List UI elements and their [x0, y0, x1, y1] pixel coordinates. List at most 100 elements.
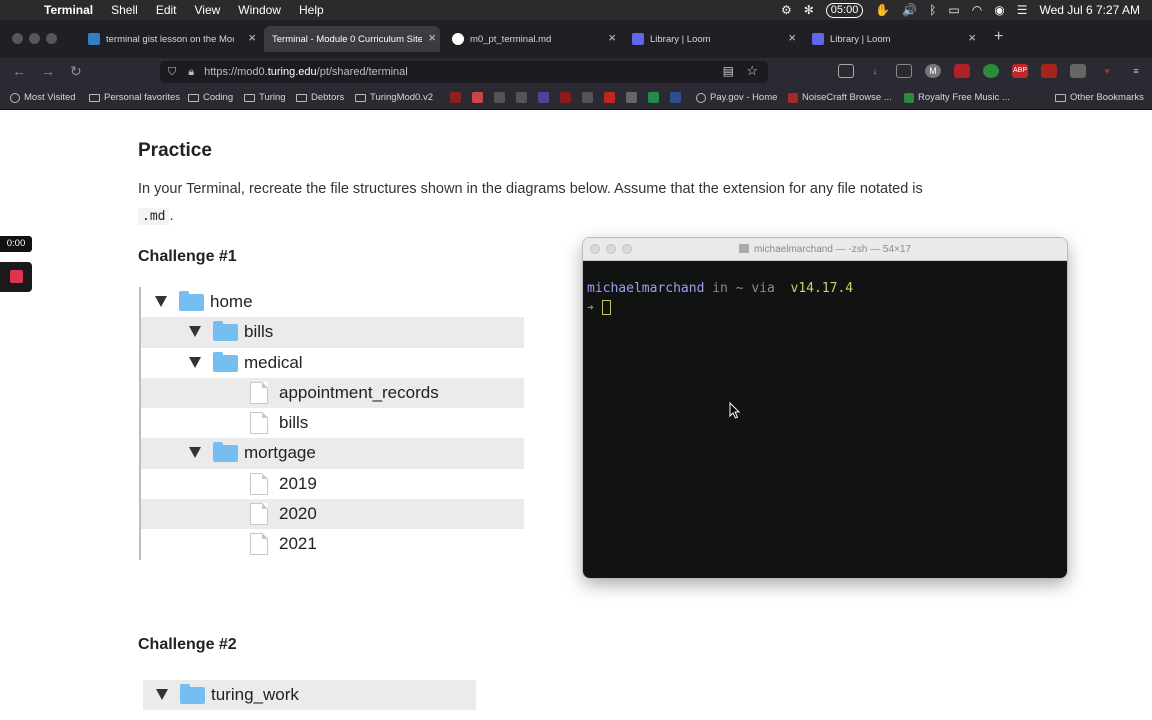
bookmark-other[interactable]: Other Bookmarks [1055, 92, 1144, 103]
extension-red-icon[interactable] [954, 64, 970, 78]
bookmark-turingmod[interactable]: TuringMod0.v2 [355, 92, 433, 103]
noisecraft-icon [788, 92, 798, 103]
menu-view[interactable]: View [195, 3, 221, 17]
terminal-minimize-button[interactable] [606, 244, 616, 254]
address-bar[interactable]: ⛉ 🔒︎ https://mod0.turing.edu/pt/shared/t… [160, 61, 768, 83]
reload-icon[interactable]: ↻ [70, 63, 82, 80]
sheets-icon[interactable] [648, 92, 659, 103]
extension-heart-icon[interactable]: ♥ [1099, 64, 1115, 78]
file-row: appointment_records [141, 377, 524, 409]
volume-icon[interactable]: 🔊 [902, 3, 917, 17]
loom-stop-button[interactable] [0, 262, 32, 292]
bookmark-turing[interactable]: Turing [244, 92, 286, 103]
hand-icon[interactable]: ✋ [875, 3, 890, 17]
folder-icon [213, 321, 238, 342]
tab-loom-library-1[interactable]: Library | Loom × [632, 26, 800, 52]
tab-loom-library-2[interactable]: Library | Loom × [812, 26, 980, 52]
user-icon[interactable]: ◉ [994, 3, 1004, 17]
close-window-button[interactable] [12, 33, 23, 44]
close-icon[interactable]: × [968, 30, 976, 45]
new-tab-button[interactable]: + [994, 28, 1003, 46]
battery-icon[interactable]: ▭ [948, 3, 959, 17]
favicon-purple-icon[interactable] [538, 92, 549, 103]
prompt-node-version: v14.17.4 [790, 281, 854, 296]
bookmark-most-visited[interactable]: Most Visited [10, 92, 76, 103]
bookmark-debtors[interactable]: Debtors [296, 92, 344, 103]
extension-pen-icon[interactable] [1041, 64, 1057, 78]
forward-arrow-icon[interactable]: → [41, 63, 55, 79]
control-center-icon[interactable]: ☰ [1017, 3, 1028, 17]
fan-icon[interactable]: ✻ [804, 3, 814, 17]
timer-badge[interactable]: 05:00 [825, 2, 864, 18]
bookmark-personal-favorites[interactable]: Personal favorites [89, 92, 180, 103]
prompt-in: in [704, 281, 736, 296]
menu-shell[interactable]: Shell [111, 3, 138, 17]
prompt-arrow-icon: ➜ [587, 301, 594, 314]
file-row: 2019 [141, 469, 524, 499]
tab-github-md[interactable]: m0_pt_terminal.md × [452, 26, 620, 52]
pocket-icon[interactable] [838, 64, 854, 78]
disclosure-triangle-icon [189, 356, 201, 368]
back-arrow-icon[interactable]: ← [12, 63, 26, 79]
folder-icon [355, 93, 366, 102]
file-row: 2020 [141, 499, 524, 530]
file-row: 2021 [141, 529, 524, 559]
favicon-blue-icon[interactable] [670, 92, 681, 103]
menu-edit[interactable]: Edit [156, 3, 177, 17]
favicon-grey-icon[interactable] [516, 92, 527, 103]
close-icon[interactable]: × [788, 30, 796, 45]
terminal-body[interactable]: michaelmarchand in ~ via v14.17.4 ➜ [583, 261, 1067, 578]
menu-app-name[interactable]: Terminal [44, 3, 93, 17]
shield-icon[interactable]: ⛉ [168, 66, 176, 79]
bookmark-star-icon[interactable]: ☆ [746, 63, 758, 79]
bookmark-royalty-free[interactable]: Royalty Free Music ... [904, 92, 1010, 103]
download-icon[interactable]: ↓ [867, 64, 883, 78]
menu-window[interactable]: Window [238, 3, 281, 17]
zoom-window-button[interactable] [46, 33, 57, 44]
bookmark-coding[interactable]: Coding [188, 92, 233, 103]
wifi-icon[interactable]: ◠ [972, 3, 982, 17]
gmail-icon[interactable] [472, 92, 483, 103]
mouse-pointer-icon [729, 401, 741, 424]
account-icon[interactable]: M [925, 64, 941, 78]
terminal-zoom-button[interactable] [622, 244, 632, 254]
sidebar-icon[interactable] [896, 64, 912, 78]
bookmark-noisecraft[interactable]: NoiseCraft Browse ... [788, 92, 892, 103]
gear-icon [10, 92, 20, 103]
favicon-red-icon[interactable] [560, 92, 571, 103]
gear-icon[interactable]: ⚙ [781, 3, 792, 17]
folder-icon [188, 93, 199, 102]
disclosure-triangle-icon [189, 447, 201, 459]
lock-icon[interactable]: 🔒︎ [188, 66, 194, 79]
menu-help[interactable]: Help [299, 3, 324, 17]
bluetooth-icon[interactable]: ᛒ [929, 3, 936, 17]
menubar-clock[interactable]: Wed Jul 6 7:27 AM [1040, 3, 1141, 17]
url-text[interactable]: https://mod0.turing.edu/pt/shared/termin… [204, 66, 408, 78]
favicon-grey-icon[interactable] [494, 92, 505, 103]
bookmark-paygov[interactable]: Pay.gov - Home [696, 92, 777, 103]
favicon-grey-icon[interactable] [582, 92, 593, 103]
minimize-window-button[interactable] [29, 33, 40, 44]
reader-view-icon[interactable]: ▤ [723, 64, 734, 78]
extension-green-icon[interactable] [983, 64, 999, 78]
favicon-grey-icon[interactable] [626, 92, 637, 103]
close-icon[interactable]: × [428, 30, 436, 45]
extension-grey-icon[interactable] [1070, 64, 1086, 78]
folder-row: turing_work [143, 680, 476, 711]
tab-terminal-gist[interactable]: terminal gist lesson on the Mod × [88, 26, 260, 52]
terminal-window[interactable]: michaelmarchand — -zsh — 54×17 michaelma… [583, 238, 1067, 578]
terminal-close-button[interactable] [590, 244, 600, 254]
close-icon[interactable]: × [248, 30, 256, 45]
adblock-icon[interactable]: ABP [1012, 64, 1028, 78]
pixabay-icon [904, 92, 914, 103]
terminal-cursor[interactable] [601, 300, 611, 315]
yelp-icon[interactable] [604, 92, 615, 103]
bookmark-favicon-row [450, 92, 681, 103]
instructions-paragraph: In your Terminal, recreate the file stru… [138, 181, 923, 197]
input-line[interactable]: ➜ [587, 300, 1063, 315]
terminal-titlebar[interactable]: michaelmarchand — -zsh — 54×17 [583, 238, 1067, 261]
tab-terminal-module[interactable]: Terminal - Module 0 Curriculum Site × [264, 26, 440, 52]
favicon-red-icon[interactable] [450, 92, 461, 103]
menu-icon[interactable]: ≡ [1128, 64, 1144, 78]
close-icon[interactable]: × [608, 30, 616, 45]
